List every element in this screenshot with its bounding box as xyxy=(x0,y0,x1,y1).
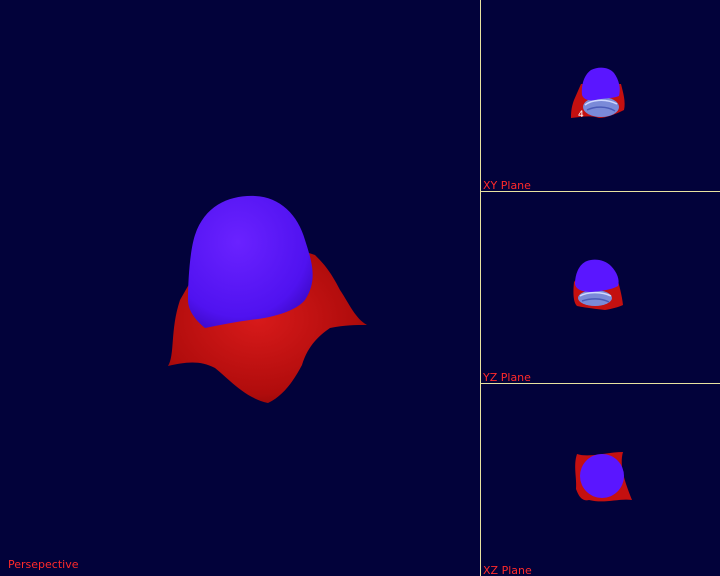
surface-cap xyxy=(188,195,313,328)
perspective-mesh xyxy=(168,195,367,403)
yz-plane-label: YZ Plane xyxy=(483,371,531,383)
xy-plane-viewport[interactable]: 4 XY Plane xyxy=(481,0,720,191)
yz-mesh xyxy=(573,259,623,310)
xz-plane-viewport[interactable]: XZ Plane xyxy=(481,384,720,576)
perspective-viewport[interactable]: Persepective xyxy=(0,0,480,576)
xz-plane-label: XZ Plane xyxy=(483,564,532,576)
yz-plane-viewport[interactable]: YZ Plane xyxy=(481,192,720,383)
xy-plane-label: XY Plane xyxy=(483,179,531,191)
perspective-label: Persepective xyxy=(8,558,79,571)
xy-mesh xyxy=(571,67,625,118)
xz-mesh xyxy=(575,452,632,502)
xy-marker: 4 xyxy=(578,110,584,120)
